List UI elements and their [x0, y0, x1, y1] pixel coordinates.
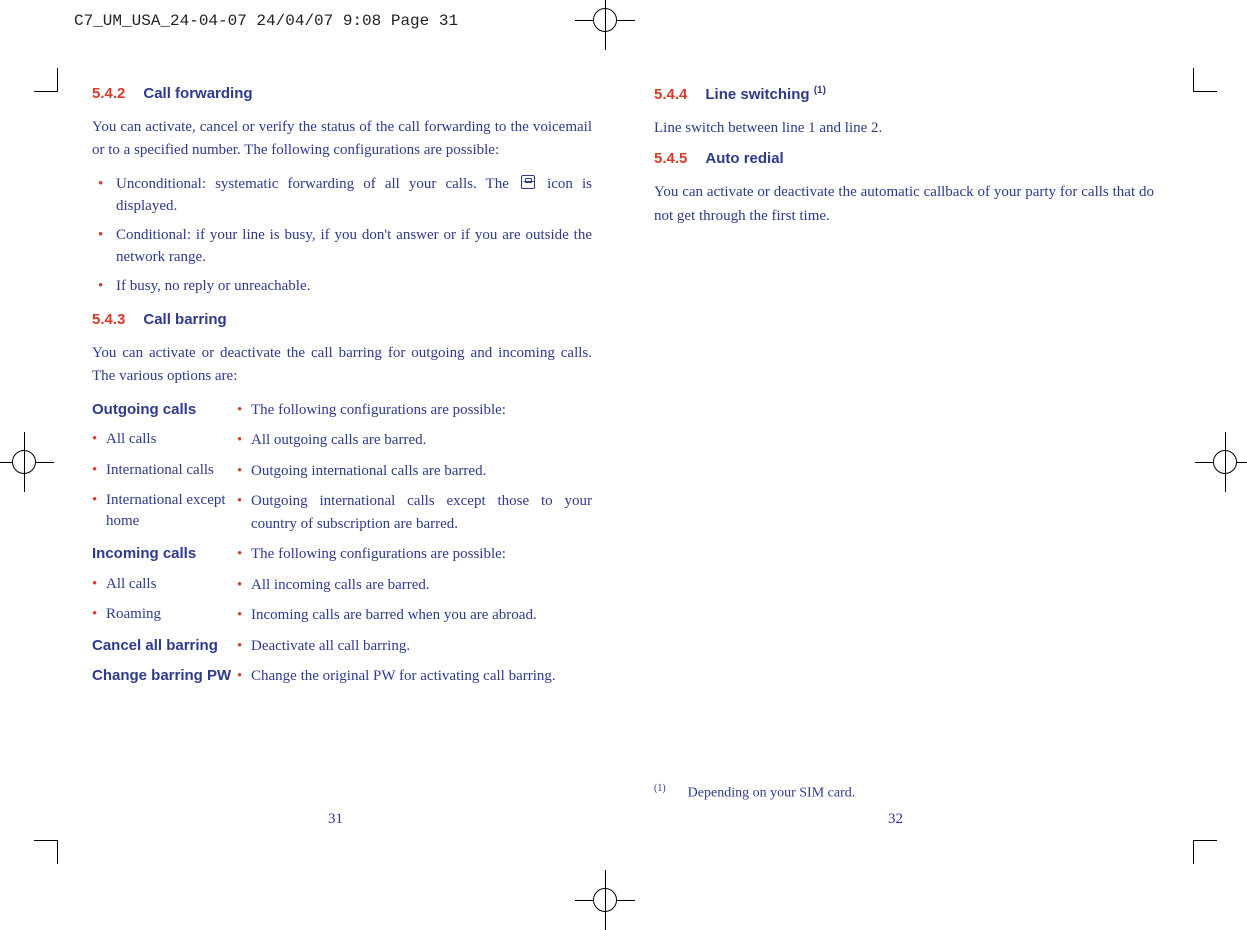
table-row-term: Roaming	[92, 604, 237, 627]
table-row-term: All calls	[92, 429, 237, 452]
section-title: Auto redial	[705, 150, 783, 167]
registration-mark-left	[0, 432, 54, 492]
term-label: Incoming calls	[92, 545, 196, 562]
table-row-desc: Change the original PW for activating ca…	[237, 665, 592, 688]
table-row-term: Cancel all barring	[92, 635, 237, 658]
section-number: 5.4.5	[654, 150, 687, 167]
registration-mark-bottom	[575, 870, 635, 930]
table-row-term: Change barring PW	[92, 665, 237, 688]
term-label: Outgoing calls	[92, 401, 196, 418]
table-row-desc: All incoming calls are barred.	[237, 574, 592, 597]
section-title: Line switching	[705, 86, 813, 103]
section-number: 5.4.4	[654, 86, 687, 103]
heading-5-4-5: 5.4.5 Auto redial	[654, 150, 1154, 167]
table-row-desc: Incoming calls are barred when you are a…	[237, 604, 592, 627]
paragraph-5-4-3: You can activate or deactivate the call …	[92, 342, 592, 389]
table-row-term: International except home	[92, 490, 237, 535]
print-header: C7_UM_USA_24-04-07 24/04/07 9:08 Page 31	[74, 12, 458, 30]
table-row-desc: The following configurations are possibl…	[237, 543, 592, 566]
list-item: Unconditional: systematic forwarding of …	[92, 173, 592, 218]
section-number: 5.4.2	[92, 85, 125, 102]
heading-5-4-4: 5.4.4 Line switching (1)	[654, 85, 1154, 103]
heading-5-4-3: 5.4.3 Call barring	[92, 311, 592, 328]
page-number-right: 32	[888, 811, 903, 828]
table-row-term: International calls	[92, 460, 237, 483]
registration-mark-top	[575, 0, 635, 50]
paragraph-5-4-5: You can activate or deactivate the autom…	[654, 181, 1154, 228]
crop-mark-bottom-right	[1193, 840, 1217, 864]
list-5-4-2: Unconditional: systematic forwarding of …	[92, 173, 592, 298]
page-number-left: 31	[328, 811, 343, 828]
heading-5-4-2: 5.4.2 Call forwarding	[92, 85, 592, 102]
term-label: Change barring PW	[92, 667, 231, 684]
forwarding-icon	[521, 175, 535, 189]
definition-table: Outgoing calls The following configuratio…	[92, 399, 592, 688]
term-label: Cancel all barring	[92, 637, 218, 654]
footnote-mark: (1)	[654, 783, 666, 794]
crop-mark-top-left	[34, 68, 58, 92]
superscript-ref: (1)	[814, 85, 826, 96]
section-title: Call barring	[143, 311, 226, 328]
table-row-desc: All outgoing calls are barred.	[237, 429, 592, 452]
list-item: Conditional: if your line is busy, if yo…	[92, 224, 592, 269]
page-31: 5.4.2 Call forwarding You can activate, c…	[92, 85, 592, 688]
footnote-text: Depending on your SIM card.	[688, 786, 856, 801]
table-row-desc: Deactivate all call barring.	[237, 635, 592, 658]
list-text-a: Unconditional: systematic forwarding of …	[116, 176, 518, 192]
paragraph-5-4-4: Line switch between line 1 and line 2.	[654, 117, 1154, 140]
section-title: Call forwarding	[143, 85, 252, 102]
footnote: (1) Depending on your SIM card.	[654, 783, 855, 802]
crop-mark-bottom-left	[34, 840, 58, 864]
crop-mark-top-right	[1193, 68, 1217, 92]
registration-mark-right	[1195, 432, 1247, 492]
table-row-term: All calls	[92, 574, 237, 597]
table-row-desc: Outgoing international calls are barred.	[237, 460, 592, 483]
table-row-desc: The following configurations are possibl…	[237, 399, 592, 422]
list-item: If busy, no reply or unreachable.	[92, 275, 592, 298]
section-number: 5.4.3	[92, 311, 125, 328]
page-32: 5.4.4 Line switching (1) Line switch betw…	[654, 85, 1154, 238]
table-row-term: Outgoing calls	[92, 399, 237, 422]
table-row-term: Incoming calls	[92, 543, 237, 566]
table-row-desc: Outgoing international calls except thos…	[237, 490, 592, 535]
paragraph-5-4-2: You can activate, cancel or verify the s…	[92, 116, 592, 163]
